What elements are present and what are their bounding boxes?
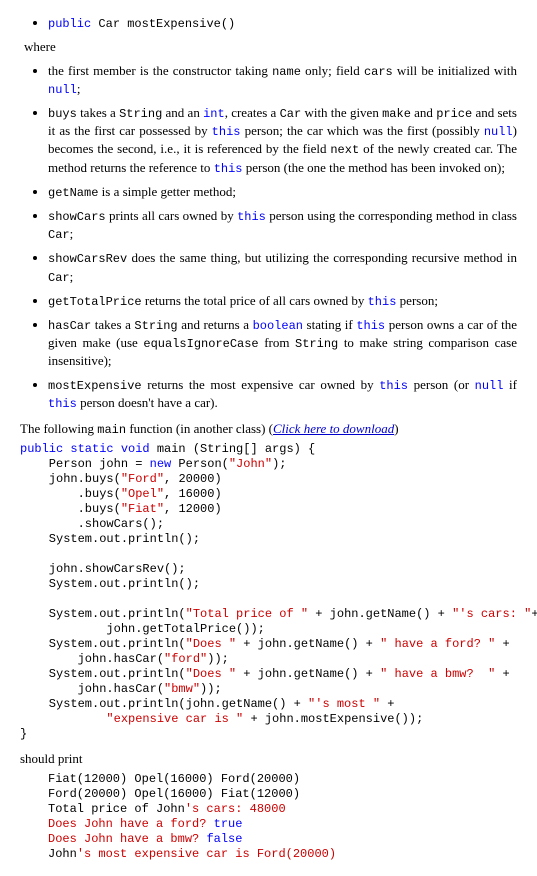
item-getName: getName is a simple getter method; [48, 183, 517, 201]
main-intro: The following main function (in another … [20, 420, 517, 438]
description-list: the first member is the constructor taki… [20, 62, 517, 413]
sig-rest: Car mostExpensive() [91, 17, 235, 31]
item-showCarsRev: showCarsRev does the same thing, but uti… [48, 249, 517, 285]
kw-this: this [379, 379, 408, 393]
kw-null: null [475, 379, 504, 393]
item-getTotalPrice: getTotalPrice returns the total price of… [48, 292, 517, 310]
sig-mostExpensive: public Car mostExpensive() [48, 14, 517, 32]
kw-this: this [368, 295, 397, 309]
method-signature-list: public Car mostExpensive() [20, 14, 517, 32]
kw-boolean: boolean [253, 319, 303, 333]
item-mostExpensive: mostExpensive returns the most expensive… [48, 376, 517, 412]
kw-this: this [48, 397, 77, 411]
code-block-main: public static void main (String[] args) … [20, 442, 517, 742]
item-hasCar: hasCar takes a String and returns a bool… [48, 316, 517, 370]
kw-this: this [214, 162, 243, 176]
kw-public: public [48, 17, 91, 31]
download-link[interactable]: Click here to download [273, 421, 394, 436]
kw-this: this [356, 319, 385, 333]
item-buys: buys takes a String and an int, creates … [48, 104, 517, 177]
should-print-label: should print [20, 750, 517, 768]
kw-this: this [212, 125, 241, 139]
where-label: where [24, 38, 517, 56]
item-constructor: the first member is the constructor taki… [48, 62, 517, 98]
kw-int: int [203, 107, 225, 121]
kw-null: null [484, 125, 513, 139]
item-showCars: showCars prints all cars owned by this p… [48, 207, 517, 243]
output-block: Fiat(12000) Opel(16000) Ford(20000) Ford… [48, 772, 517, 862]
kw-null: null [48, 83, 77, 97]
kw-this: this [237, 210, 266, 224]
